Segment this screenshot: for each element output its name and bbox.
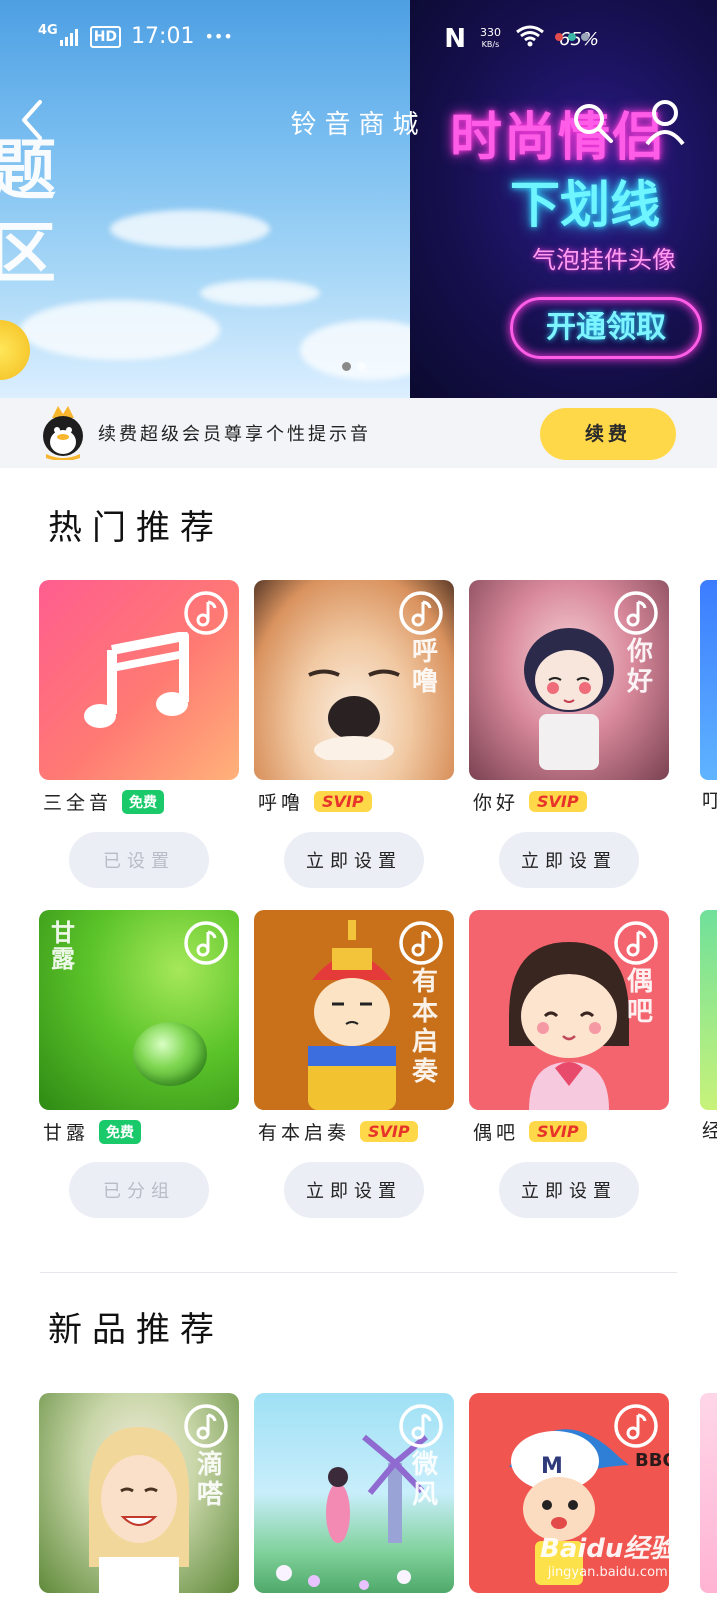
wifi-icon — [515, 24, 545, 54]
play-note-icon[interactable] — [398, 590, 444, 636]
set-ringtone-button[interactable]: 立即设置 — [499, 1162, 639, 1218]
ringtone-card-peek[interactable] — [700, 910, 717, 1110]
banner-slide-text: 题 区 — [0, 132, 56, 292]
set-ringtone-button[interactable]: 立即设置 — [284, 832, 424, 888]
search-icon[interactable] — [570, 100, 616, 146]
thumbnail-caption: BBOX — [635, 1450, 669, 1471]
set-ringtone-button[interactable]: 立即设置 — [499, 832, 639, 888]
banner-claim-button[interactable]: 开通领取 — [510, 297, 702, 359]
baidu-watermark: Baidu经验 jingyan.baidu.com — [540, 1534, 676, 1580]
water-drop-image — [133, 1022, 207, 1086]
signal-icon: 4G — [38, 23, 80, 46]
doll-image — [524, 628, 614, 770]
renew-vip-button[interactable]: 续费 — [540, 408, 676, 460]
neon-subtitle: 下划线 — [510, 176, 660, 234]
play-note-icon[interactable] — [398, 920, 444, 966]
ringtone-thumbnail[interactable]: 甘露 — [39, 910, 239, 1110]
neon-caption: 气泡挂件头像 — [532, 246, 676, 274]
ringtone-name-peek: 叮 — [702, 790, 717, 812]
ringtone-card-peek[interactable] — [700, 1393, 717, 1593]
thumbnail-caption: 呼噜 — [411, 637, 438, 697]
set-ringtone-button[interactable]: 已分组 — [69, 1162, 209, 1218]
vip-promo-bar: 续费超级会员尊享个性提示音 续费 — [0, 398, 717, 468]
hd-badge: HD — [89, 25, 122, 48]
clock: 17:01 — [131, 24, 195, 49]
qq-penguin-icon — [43, 406, 83, 460]
nfc-icon: N — [444, 24, 466, 54]
ringtone-card[interactable]: 滴嗒 — [39, 1393, 239, 1593]
section-title-hot: 热门推荐 — [48, 508, 224, 548]
ringtone-thumbnail[interactable]: 呼噜 — [254, 580, 454, 780]
ringtone-thumbnail[interactable] — [39, 580, 239, 780]
pagination-dot — [342, 362, 351, 371]
play-note-icon[interactable] — [613, 590, 659, 636]
ringtone-thumbnail[interactable]: 微风 — [254, 1393, 454, 1593]
network-type: 4G — [38, 22, 58, 38]
ringtone-name: 甘露 — [43, 1122, 90, 1144]
ringtone-card[interactable]: 呼噜 呼噜 SVIP 立即设置 — [254, 580, 454, 888]
more-dots-icon: ••• — [204, 27, 233, 46]
thumbnail-caption: 滴嗒 — [196, 1450, 223, 1510]
ringtone-thumbnail[interactable]: 你好 — [469, 580, 669, 780]
ringtone-card-peek[interactable] — [700, 580, 717, 780]
thumbnail-caption: 有本启奏 — [411, 967, 438, 1087]
play-note-icon[interactable] — [183, 920, 229, 966]
ringtone-name: 三全音 — [43, 792, 113, 814]
play-note-icon[interactable] — [398, 1403, 444, 1449]
network-speed: 330 KB/s — [479, 26, 501, 50]
free-badge: 免费 — [122, 789, 165, 814]
thumbnail-caption: 你好 — [626, 637, 653, 697]
svip-badge: SVIP — [314, 791, 372, 812]
play-note-icon[interactable] — [183, 590, 229, 636]
top-nav: 铃音商城 — [0, 90, 717, 150]
set-ringtone-button[interactable]: 立即设置 — [284, 1162, 424, 1218]
svip-badge: SVIP — [529, 1121, 587, 1142]
ringtone-name: 呼噜 — [258, 792, 305, 814]
ringtone-card[interactable]: 微风 — [254, 1393, 454, 1593]
ringtone-name: 有本启奏 — [258, 1122, 351, 1144]
ringtone-card[interactable]: 偶吧 偶吧 SVIP 立即设置 — [469, 910, 669, 1218]
thumbnail-caption: 微风 — [411, 1450, 438, 1510]
ringtone-thumbnail[interactable]: 滴嗒 — [39, 1393, 239, 1593]
ringtone-name-peek: 经 — [702, 1120, 717, 1142]
svip-badge: SVIP — [360, 1121, 418, 1142]
ringtone-thumbnail[interactable]: 偶吧 — [469, 910, 669, 1110]
recording-indicator-icon — [555, 33, 589, 41]
set-ringtone-button[interactable]: 已设置 — [69, 832, 209, 888]
pagination-dot — [357, 362, 366, 371]
vip-promo-text: 续费超级会员尊享个性提示音 — [98, 424, 371, 445]
play-note-icon[interactable] — [613, 1403, 659, 1449]
music-note-icon — [84, 632, 189, 728]
ringtone-card[interactable]: 三全音 免费 已设置 — [39, 580, 239, 888]
section-title-new: 新品推荐 — [48, 1310, 224, 1350]
ringtone-card[interactable]: 甘露 甘露 免费 已分组 — [39, 910, 239, 1218]
thumbnail-caption: 偶吧 — [626, 967, 653, 1027]
free-badge: 免费 — [99, 1119, 142, 1144]
section-divider — [40, 1272, 677, 1273]
ringtone-name: 偶吧 — [473, 1122, 520, 1144]
sleeping-dog-image — [308, 669, 400, 760]
play-note-icon[interactable] — [613, 920, 659, 966]
ringtone-thumbnail[interactable]: 有本启奏 — [254, 910, 454, 1110]
banner-pagination — [342, 362, 366, 371]
play-note-icon[interactable] — [183, 1403, 229, 1449]
ringtone-card[interactable]: 你好 你好 SVIP 立即设置 — [469, 580, 669, 888]
status-bar: 4G HD 17:01 ••• N 330 KB/s 65% — [0, 0, 717, 72]
svg-text:M: M — [541, 1454, 563, 1479]
thumbnail-caption: 甘露 — [51, 919, 75, 974]
ringtone-card[interactable]: 有本启奏 有本启奏 SVIP 立即设置 — [254, 910, 454, 1218]
user-profile-icon[interactable] — [643, 98, 687, 146]
svip-badge: SVIP — [529, 791, 587, 812]
ringtone-name: 你好 — [473, 792, 520, 814]
